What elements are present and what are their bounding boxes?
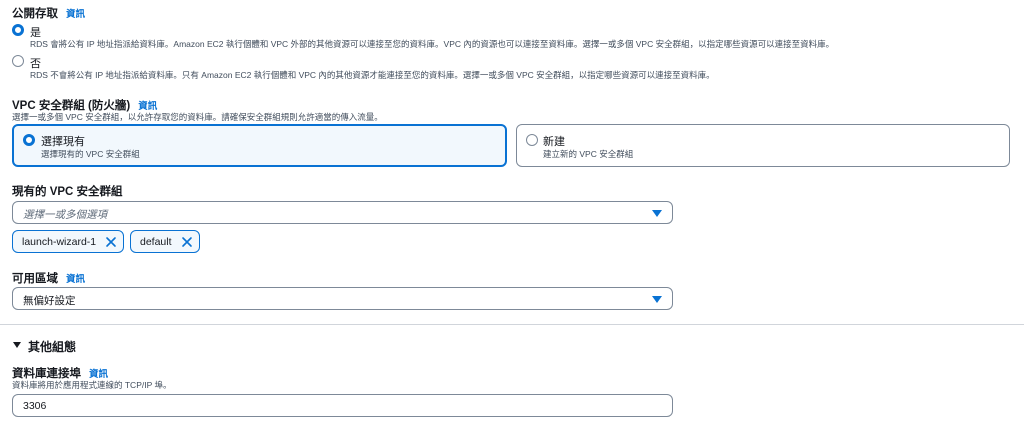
radio-no[interactable] xyxy=(12,55,24,67)
public-access-info-link[interactable]: 資訊 xyxy=(66,9,85,20)
caret-down-icon xyxy=(652,296,662,303)
public-access-label: 公開存取 xyxy=(12,8,58,20)
tile-choose-existing-title: 選擇現有 xyxy=(41,136,85,148)
public-access-option-no[interactable]: 否 RDS 不會將公有 IP 地址指派給資料庫。只有 Amazon EC2 執行… xyxy=(12,55,1012,81)
triangle-down-icon xyxy=(13,342,21,348)
db-port-input[interactable]: 3306 xyxy=(12,394,673,417)
existing-sg-select[interactable]: 選擇一或多個選項 xyxy=(12,201,673,224)
close-icon[interactable] xyxy=(105,236,117,248)
option-no-desc: RDS 不會將公有 IP 地址指派給資料庫。只有 Amazon EC2 執行個體… xyxy=(30,70,715,80)
radio-choose-existing[interactable] xyxy=(23,134,35,146)
token-launch-wizard-1: launch-wizard-1 xyxy=(12,230,124,253)
az-header: 可用區域 資訊 xyxy=(12,269,85,287)
tile-choose-existing[interactable]: 選擇現有 選擇現有的 VPC 安全群組 xyxy=(12,124,507,167)
tile-create-new[interactable]: 新建 建立新的 VPC 安全群組 xyxy=(516,124,1010,167)
tile-create-new-desc: 建立新的 VPC 安全群組 xyxy=(543,149,634,159)
existing-sg-placeholder: 選擇一或多個選項 xyxy=(23,209,107,221)
az-select[interactable]: 無偏好設定 xyxy=(12,287,673,310)
token-label: launch-wizard-1 xyxy=(22,236,97,248)
existing-sg-label: 現有的 VPC 安全群組 xyxy=(12,186,123,198)
public-access-header: 公開存取 資訊 xyxy=(12,4,85,22)
tile-choose-existing-desc: 選擇現有的 VPC 安全群組 xyxy=(41,149,140,159)
radio-yes[interactable] xyxy=(12,24,24,36)
public-access-option-yes[interactable]: 是 RDS 會將公有 IP 地址指派給資料庫。Amazon EC2 執行個體和 … xyxy=(12,24,1012,50)
token-label: default xyxy=(140,236,172,248)
caret-down-icon xyxy=(652,210,662,217)
az-value: 無偏好設定 xyxy=(23,295,76,307)
section-divider xyxy=(0,324,1024,325)
db-port-value: 3306 xyxy=(23,400,47,412)
additional-config-title: 其他組態 xyxy=(28,340,77,354)
tile-create-new-title: 新建 xyxy=(543,136,565,148)
vpc-sg-desc: 選擇一或多個 VPC 安全群組，以允許存取您的資料庫。請確保安全群組規則允許適當… xyxy=(12,112,383,122)
option-yes-desc: RDS 會將公有 IP 地址指派給資料庫。Amazon EC2 執行個體和 VP… xyxy=(30,39,835,49)
token-default: default xyxy=(130,230,200,253)
az-info-link[interactable]: 資訊 xyxy=(66,274,85,285)
db-port-desc: 資料庫將用於應用程式連線的 TCP/IP 埠。 xyxy=(12,380,172,390)
close-icon[interactable] xyxy=(181,236,193,248)
az-label: 可用區域 xyxy=(12,273,58,285)
radio-create-new[interactable] xyxy=(526,134,538,146)
